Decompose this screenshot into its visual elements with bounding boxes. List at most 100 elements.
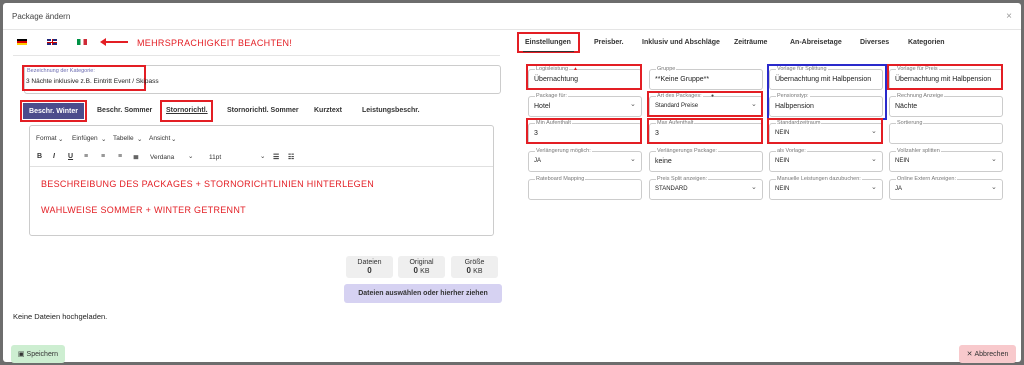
tab-stornorichtl[interactable]: Stornorichtl.: [166, 107, 208, 114]
menu-format[interactable]: Format: [36, 135, 57, 142]
file-upload-button[interactable]: Dateien auswählen oder hierher ziehen: [344, 284, 502, 303]
gruppe-value: **Keine Gruppe**: [655, 76, 710, 83]
sortierung-label: Sortierung: [896, 120, 924, 126]
cancel-icon: ✕: [966, 351, 973, 358]
tab-einstellungen[interactable]: Einstellungen: [525, 39, 571, 46]
tab-inklusiv[interactable]: Inklusiv und Abschläge: [642, 39, 720, 46]
close-icon[interactable]: ×: [1006, 11, 1012, 22]
justify-icon[interactable]: ≣: [133, 153, 139, 161]
annotation-box-max-aufenthalt: [647, 118, 763, 144]
season-annotation: WAHLWEISE SOMMER + WINTER GETRENNT: [41, 205, 246, 215]
verlaengerungs-pkg-label: Verlängerungs Package:: [656, 148, 718, 154]
manuelle-label: Manuelle Leistungen dazubuchen:: [776, 176, 862, 182]
online-extern-field[interactable]: [889, 179, 1003, 200]
verlaengerung-field[interactable]: [528, 151, 642, 172]
stat-files-label: Dateien: [357, 259, 382, 266]
tab-einstellungen-underline: [523, 51, 574, 52]
verlaengerung-label: Verlängerung möglich:: [535, 148, 592, 154]
stat-original-label: Original: [409, 259, 434, 266]
tab-diverses[interactable]: Diverses: [860, 39, 889, 46]
german-flag-icon[interactable]: [17, 39, 27, 45]
rechnung-label: Rechnung Anzeige: [896, 93, 945, 99]
menu-format-chevron-icon: ⌄: [58, 136, 64, 143]
annotation-box-logisleistung: [526, 64, 642, 90]
category-label: Bezeichnung der Kategorie:: [26, 68, 96, 74]
font-family-select[interactable]: Verdana: [150, 154, 174, 161]
als-vorlage-value: NEIN: [775, 158, 790, 164]
tab-beschr-winter[interactable]: Beschr. Winter: [23, 103, 84, 119]
cancel-button[interactable]: ✕ Abbrechen: [959, 345, 1016, 363]
font-size-select[interactable]: 11pt: [209, 154, 221, 161]
chevron-down-icon: ⌄: [871, 156, 877, 163]
tab-stornorichtl-sommer[interactable]: Stornorichtl. Sommer: [227, 107, 299, 114]
annotation-box-min-aufenthalt: [526, 118, 642, 144]
stat-size-unit: KB: [473, 268, 483, 275]
gruppe-label: Gruppe: [656, 66, 677, 72]
preis-split-value: STANDARD: [655, 186, 688, 192]
package-fuer-label: Package für:: [535, 93, 568, 99]
description-annotation: BESCHREIBUNG DES PACKAGES + STORNORICHTL…: [41, 179, 375, 189]
pensionstyp-value: Halbpension: [775, 103, 814, 110]
left-divider: [13, 55, 500, 56]
uk-flag-icon[interactable]: [47, 39, 57, 45]
numbered-list-icon[interactable]: ☷: [288, 153, 294, 161]
stat-files-value: 0: [367, 266, 372, 275]
tab-kategorien[interactable]: Kategorien: [908, 39, 945, 46]
pensionstyp-label: Pensionstyp:: [776, 93, 810, 99]
chevron-down-icon: ⌄: [751, 184, 757, 191]
menu-tabelle[interactable]: Tabelle: [113, 135, 134, 142]
category-value: 3 Nächte inklusive z.B. Eintritt Event /…: [26, 78, 159, 85]
modal-header: Package ändern ×: [3, 3, 1021, 30]
rateboard-field[interactable]: [528, 179, 642, 200]
bullet-list-icon[interactable]: ☰: [273, 153, 279, 161]
save-label: Speichern: [26, 350, 59, 358]
edit-package-modal: Package ändern × MEHRSPRACHIGKEIT BEACHT…: [3, 3, 1021, 363]
chevron-down-icon: ⌄: [991, 156, 997, 163]
chevron-down-icon: ⌄: [630, 101, 636, 108]
cancel-label: Abbrechen: [974, 350, 1009, 358]
menu-ansicht[interactable]: Ansicht: [149, 135, 170, 142]
align-right-icon[interactable]: ≡: [118, 153, 122, 160]
tab-kurztext[interactable]: Kurztext: [314, 107, 342, 114]
annotation-box-vorlage-preis: [887, 64, 1003, 90]
language-annotation: MEHRSPRACHIGKEIT BEACHTEN!: [137, 38, 293, 48]
rich-text-editor[interactable]: Format ⌄ Einfügen ⌄ Tabelle ⌄ Ansicht ⌄ …: [29, 125, 494, 236]
online-extern-label: Online Extern Anzeigen:: [896, 176, 958, 182]
italian-flag-icon[interactable]: [77, 39, 87, 45]
stat-original: Original 0 KB: [398, 256, 445, 278]
preis-split-label: Preis Split anzeigen:: [656, 176, 709, 182]
menu-einfuegen[interactable]: Einfügen: [72, 135, 98, 142]
manuelle-value: NEIN: [775, 186, 790, 192]
stat-size-label: Größe: [464, 259, 485, 266]
online-extern-value: JA: [895, 186, 903, 192]
tab-leistungsbeschr[interactable]: Leistungsbeschr.: [362, 107, 420, 114]
save-button[interactable]: ▣ Speichern: [11, 345, 65, 363]
annotation-box-standardzeitraum: [767, 118, 883, 144]
stat-size-value: 0: [466, 266, 471, 275]
font-size-chevron-icon: ⌄: [260, 153, 266, 160]
menu-tabelle-chevron-icon: ⌄: [137, 136, 143, 143]
vollzahler-label: Vollzahler splitten: [896, 148, 941, 154]
tab-beschr-sommer[interactable]: Beschr. Sommer: [97, 107, 152, 114]
underline-icon[interactable]: U: [68, 153, 73, 160]
align-left-icon[interactable]: ≡: [84, 153, 88, 160]
verlaengerungs-pkg-value: keine: [655, 158, 672, 165]
arrow-line: [106, 41, 128, 43]
align-center-icon[interactable]: ≡: [101, 153, 105, 160]
chevron-down-icon: ⌄: [871, 184, 877, 191]
als-vorlage-label: als Vorlage:: [776, 148, 807, 154]
font-family-chevron-icon: ⌄: [188, 153, 194, 160]
stat-original-value: 0: [413, 266, 418, 275]
menu-einfuegen-chevron-icon: ⌄: [101, 136, 107, 143]
tab-preisber[interactable]: Preisber.: [594, 39, 624, 46]
vollzahler-value: NEIN: [895, 158, 910, 164]
sortierung-field[interactable]: [889, 123, 1003, 144]
package-fuer-value: Hotel: [534, 103, 551, 110]
italic-icon[interactable]: I: [53, 153, 55, 160]
editor-toolbar-divider: [30, 166, 493, 167]
tab-an-abreisetage[interactable]: An-Abreisetage: [790, 39, 842, 46]
tab-zeitraeume[interactable]: Zeiträume: [734, 39, 767, 46]
annotation-box-art-package: [647, 91, 763, 117]
bold-icon[interactable]: B: [37, 153, 42, 160]
rateboard-label: Rateboard Mapping: [535, 176, 586, 182]
